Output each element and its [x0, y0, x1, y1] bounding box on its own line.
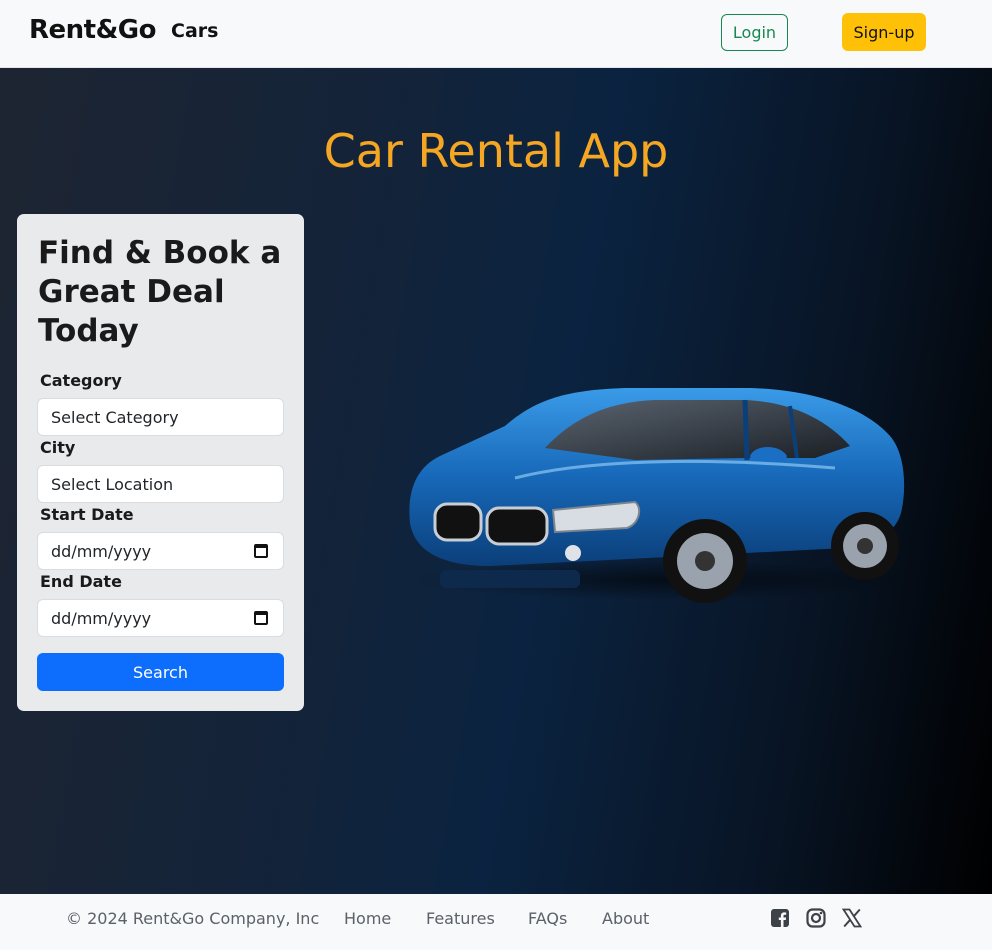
- login-button[interactable]: Login: [721, 14, 788, 51]
- x-icon[interactable]: [841, 907, 863, 929]
- top-navbar: Rent&Go Cars Login Sign-up: [0, 0, 992, 68]
- end-date-value: dd/mm/yyyy: [51, 608, 152, 628]
- hero-title: Car Rental App: [323, 124, 669, 178]
- search-button[interactable]: Search: [37, 653, 284, 691]
- car-image: [409, 388, 910, 603]
- start-date-value: dd/mm/yyyy: [51, 541, 152, 561]
- instagram-icon[interactable]: [805, 907, 827, 929]
- start-date-input[interactable]: dd/mm/yyyy: [37, 532, 284, 570]
- footer-link-home[interactable]: Home: [344, 909, 391, 928]
- calendar-icon[interactable]: [254, 544, 268, 558]
- end-date-label: End Date: [40, 572, 122, 591]
- search-card-heading: Find & Book a Great Deal Today: [38, 235, 282, 349]
- category-select[interactable]: Select Category: [37, 398, 284, 436]
- footer: © 2024 Rent&Go Company, Inc Home Feature…: [0, 894, 992, 950]
- hero-section: Car Rental App Find & Book a Great Deal …: [0, 68, 992, 894]
- signup-button[interactable]: Sign-up: [842, 13, 926, 51]
- footer-link-features[interactable]: Features: [426, 909, 495, 928]
- footer-link-about[interactable]: About: [602, 909, 649, 928]
- brand-logo[interactable]: Rent&Go: [29, 15, 156, 45]
- city-label: City: [40, 438, 76, 457]
- category-select-value: Select Category: [51, 407, 179, 427]
- calendar-icon[interactable]: [254, 611, 268, 625]
- search-card: Find & Book a Great Deal Today Category …: [17, 214, 304, 711]
- nav-link-cars[interactable]: Cars: [171, 20, 218, 42]
- city-select-value: Select Location: [51, 474, 174, 494]
- end-date-input[interactable]: dd/mm/yyyy: [37, 599, 284, 637]
- footer-copyright: © 2024 Rent&Go Company, Inc: [66, 909, 320, 928]
- city-select[interactable]: Select Location: [37, 465, 284, 503]
- footer-link-faqs[interactable]: FAQs: [528, 909, 567, 928]
- category-label: Category: [40, 371, 122, 390]
- facebook-icon[interactable]: [769, 907, 791, 929]
- start-date-label: Start Date: [40, 505, 134, 524]
